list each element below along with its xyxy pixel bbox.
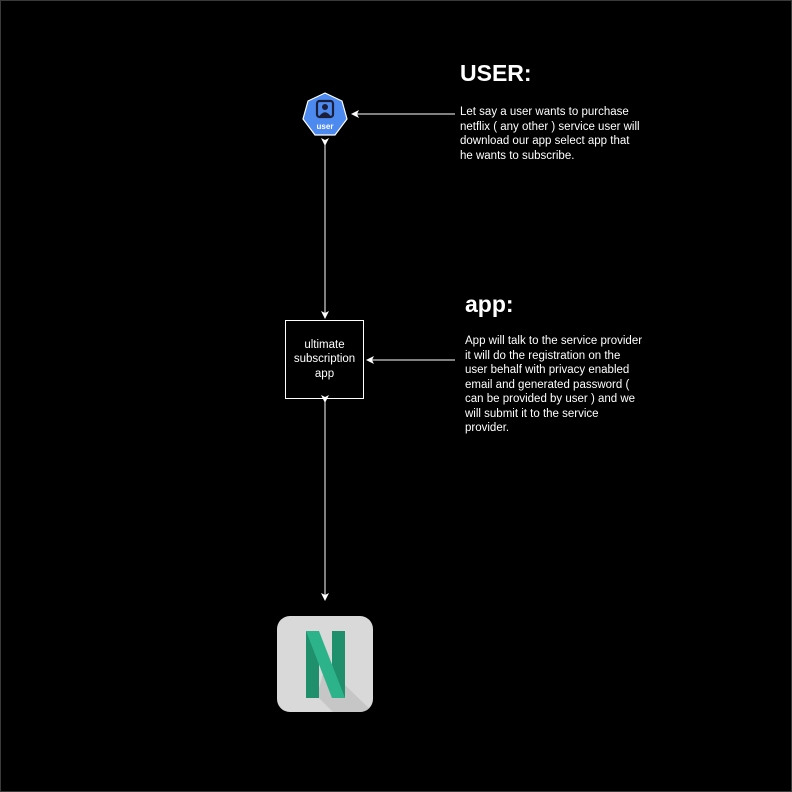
netflix-service-tile[interactable] (277, 616, 373, 712)
app-box-label: ultimate subscription app (293, 338, 356, 380)
user-description: Let say a user wants to purchase netflix… (460, 106, 640, 162)
user-icon-label: user (316, 122, 334, 131)
user-heading: USER: (460, 60, 532, 86)
app-description: App will talk to the service provider it… (465, 335, 643, 434)
ultimate-subscription-app-box[interactable]: ultimate subscription app (285, 320, 364, 399)
connector-layer (321, 110, 455, 601)
app-heading: app: (465, 291, 514, 317)
user-icon[interactable] (302, 92, 348, 138)
netflix-n-icon (306, 631, 373, 712)
